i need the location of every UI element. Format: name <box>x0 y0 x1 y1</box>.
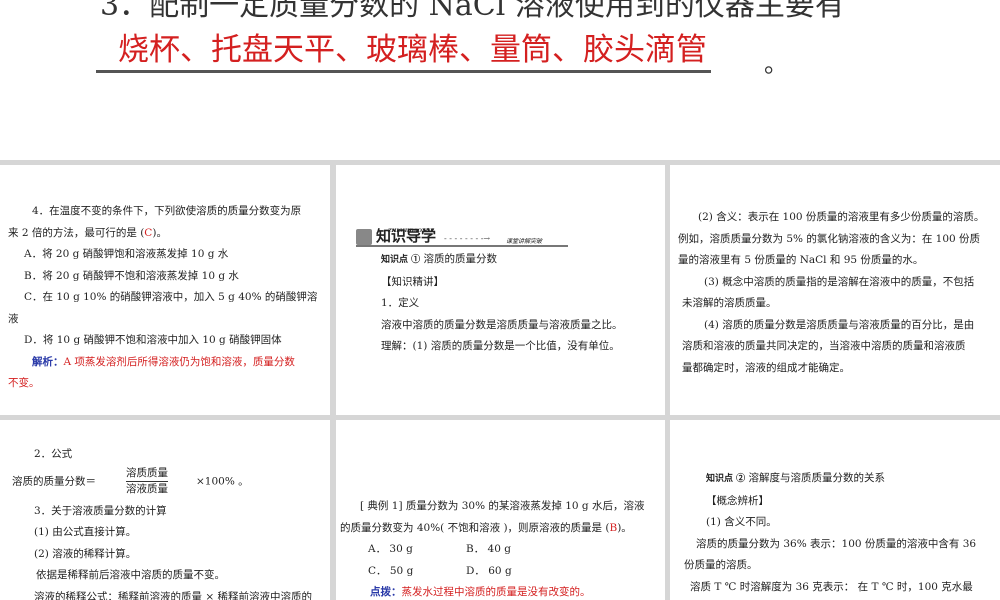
book-icon <box>356 229 372 245</box>
question-text: 4．在温度不变的条件下，下列欲使溶质的质量分数变为原 <box>32 205 302 217</box>
question-line: 3．配制一定质量分数的 NaCl 溶液使用到的仪器主要有 <box>100 0 845 23</box>
numerator: 溶质质量 <box>126 466 168 482</box>
slide-example-1[interactable]: [ 典例 1] 质量分数为 30% 的某溶液蒸发掉 10 g 水后，溶液 的质量… <box>336 420 665 600</box>
text-line: 量都确定时，溶液的组成才能确定。 <box>682 361 850 374</box>
banner-title: 知识导学 <box>376 227 437 245</box>
slide-formula[interactable]: 2．公式 溶质的质量分数＝ 溶质质量 溶液质量 ×100% 。 3．关于溶液质量分数的… <box>0 420 330 600</box>
option: C． 50 g <box>368 564 414 577</box>
arrow-icon: ‐ ‐ ‐ ‐ ‐ ‐ ‐ ‐→ <box>444 234 491 243</box>
question-text: 来 2 倍的方法，最可行的是 ( <box>8 226 145 239</box>
text-line: 依据是稀释前后溶液中溶质的质量不变。 <box>36 569 225 581</box>
text-line: (3) 概念中溶质的质量指的是溶解在溶液中的质量，不包括 <box>704 275 975 288</box>
option: 液 <box>8 312 19 325</box>
point-label: 知识点 ① <box>381 255 421 265</box>
section-banner: ZHISHIDAOXUE 知识导学 ‐ ‐ ‐ ‐ ‐ ‐ ‐ ‐→ 课堂讲解突… <box>356 223 568 247</box>
text-line: 2．公式 <box>34 448 73 460</box>
text-line: (1) 含义不同。 <box>706 516 777 528</box>
option: A．将 20 g 硝酸钾饱和溶液蒸发掉 10 g 水 <box>24 248 229 260</box>
text-line: (4) 溶质的质量分数是溶质质量与溶液质量的百分比，是由 <box>704 318 975 331</box>
formula-rhs: ×100% 。 <box>196 475 249 487</box>
question-text: )。 <box>617 521 632 534</box>
analysis-text: A 项蒸发溶剂后所得溶液仍为饱和溶液，质量分数 <box>63 355 295 368</box>
text-line: 溶质和溶液的质量共同决定的，当溶液中溶质的质量和溶液质 <box>682 340 966 352</box>
point-label: 知识点 ② <box>706 474 746 484</box>
hint-text: 蒸发水过程中溶质的质量是没有改变的。 <box>401 586 591 598</box>
slide-knowledge-point-1[interactable]: ZHISHIDAOXUE 知识导学 ‐ ‐ ‐ ‐ ‐ ‐ ‐ ‐→ 课堂讲解突… <box>336 165 665 415</box>
option: B．将 20 g 硝酸钾不饱和溶液蒸发掉 10 g 水 <box>24 269 239 282</box>
formula: 溶质的质量分数＝ 溶质质量 溶液质量 ×100% 。 <box>12 466 312 497</box>
text-line: (2) 含义：表示在 100 份质量的溶液里有多少份质量的溶质。 <box>698 211 985 223</box>
text-line: 溶质的质量分数为 36% 表示：100 份质量的溶液中含有 36 <box>696 537 977 550</box>
formula-lhs: 溶质的质量分数＝ <box>12 475 96 487</box>
option: A． 30 g <box>368 543 413 555</box>
point-title: 溶质的质量分数 <box>423 253 497 265</box>
option: C．在 10 g 10% 的硝酸钾溶液中，加入 5 g 40% 的硝酸钾溶 <box>24 291 318 303</box>
slide-definition-cont[interactable]: (2) 含义：表示在 100 份质量的溶液里有多少份质量的溶质。 例如，溶质质量… <box>670 165 1000 415</box>
analysis-label: 解析： <box>32 355 64 368</box>
section-heading: 【概念辨析】 <box>706 494 769 507</box>
question-text: )。 <box>152 226 167 239</box>
question-text: [ 典例 1] 质量分数为 30% 的某溶液蒸发掉 10 g 水后，溶液 <box>360 500 645 512</box>
question-text: 的质量分数变为 40%( 不饱和溶液 )，则原溶液的质量是 ( <box>340 521 610 534</box>
option: D． 60 g <box>466 564 512 577</box>
text-line: 未溶解的溶质质量。 <box>682 297 777 309</box>
end-punct: 。 <box>764 50 788 78</box>
analysis-text: 不变。 <box>8 377 40 389</box>
slide-knowledge-point-2[interactable]: 知识点 ② 溶解度与溶质质量分数的关系 【概念辨析】 (1) 含义不同。 溶质的… <box>670 420 1000 600</box>
text-line: (1) 由公式直接计算。 <box>34 526 137 538</box>
slide-question-4[interactable]: 4．在温度不变的条件下，下列欲使溶质的质量分数变为原 来 2 倍的方法，最可行的… <box>0 165 330 415</box>
text-line: 理解：(1) 溶质的质量分数是一个比值，没有单位。 <box>381 340 620 352</box>
text-line: 溶液中溶质的质量分数是溶质质量与溶液质量之比。 <box>381 318 623 331</box>
text-line: 量的溶液里有 5 份质量的 NaCl 和 95 份质量的水。 <box>678 254 924 266</box>
text-line: 份质量的溶质。 <box>684 559 758 571</box>
text-line: 3．关于溶液质量分数的计算 <box>34 504 167 517</box>
text-line: 溶液的稀释公式：稀释前溶液的质量 × 稀释前溶液中溶质的 <box>34 590 312 600</box>
point-title: 溶解度与溶质质量分数的关系 <box>748 472 885 484</box>
answer-underlined: 烧杯、托盘天平、玻璃棒、量筒、胶头滴管 <box>96 30 711 73</box>
hint-label: 点拨： <box>370 586 402 598</box>
text-line: 例如，溶质质量分数为 5% 的氯化钠溶液的含义为：在 100 份质 <box>678 232 981 245</box>
text-line: 1．定义 <box>381 297 420 309</box>
text-line: (2) 溶液的稀释计算。 <box>34 547 137 560</box>
section-heading: 【知识精讲】 <box>381 275 444 288</box>
top-slide: 3．配制一定质量分数的 NaCl 溶液使用到的仪器主要有 烧杯、托盘天平、玻璃棒… <box>0 0 1000 160</box>
option: D．将 10 g 硝酸钾不饱和溶液中加入 10 g 硝酸钾固体 <box>24 334 282 346</box>
denominator: 溶液质量 <box>126 482 168 495</box>
text-line: 溶质 T ℃ 时溶解度为 36 克表示： 在 T ℃ 时，100 克水最 <box>690 580 973 593</box>
option: B． 40 g <box>466 543 511 555</box>
